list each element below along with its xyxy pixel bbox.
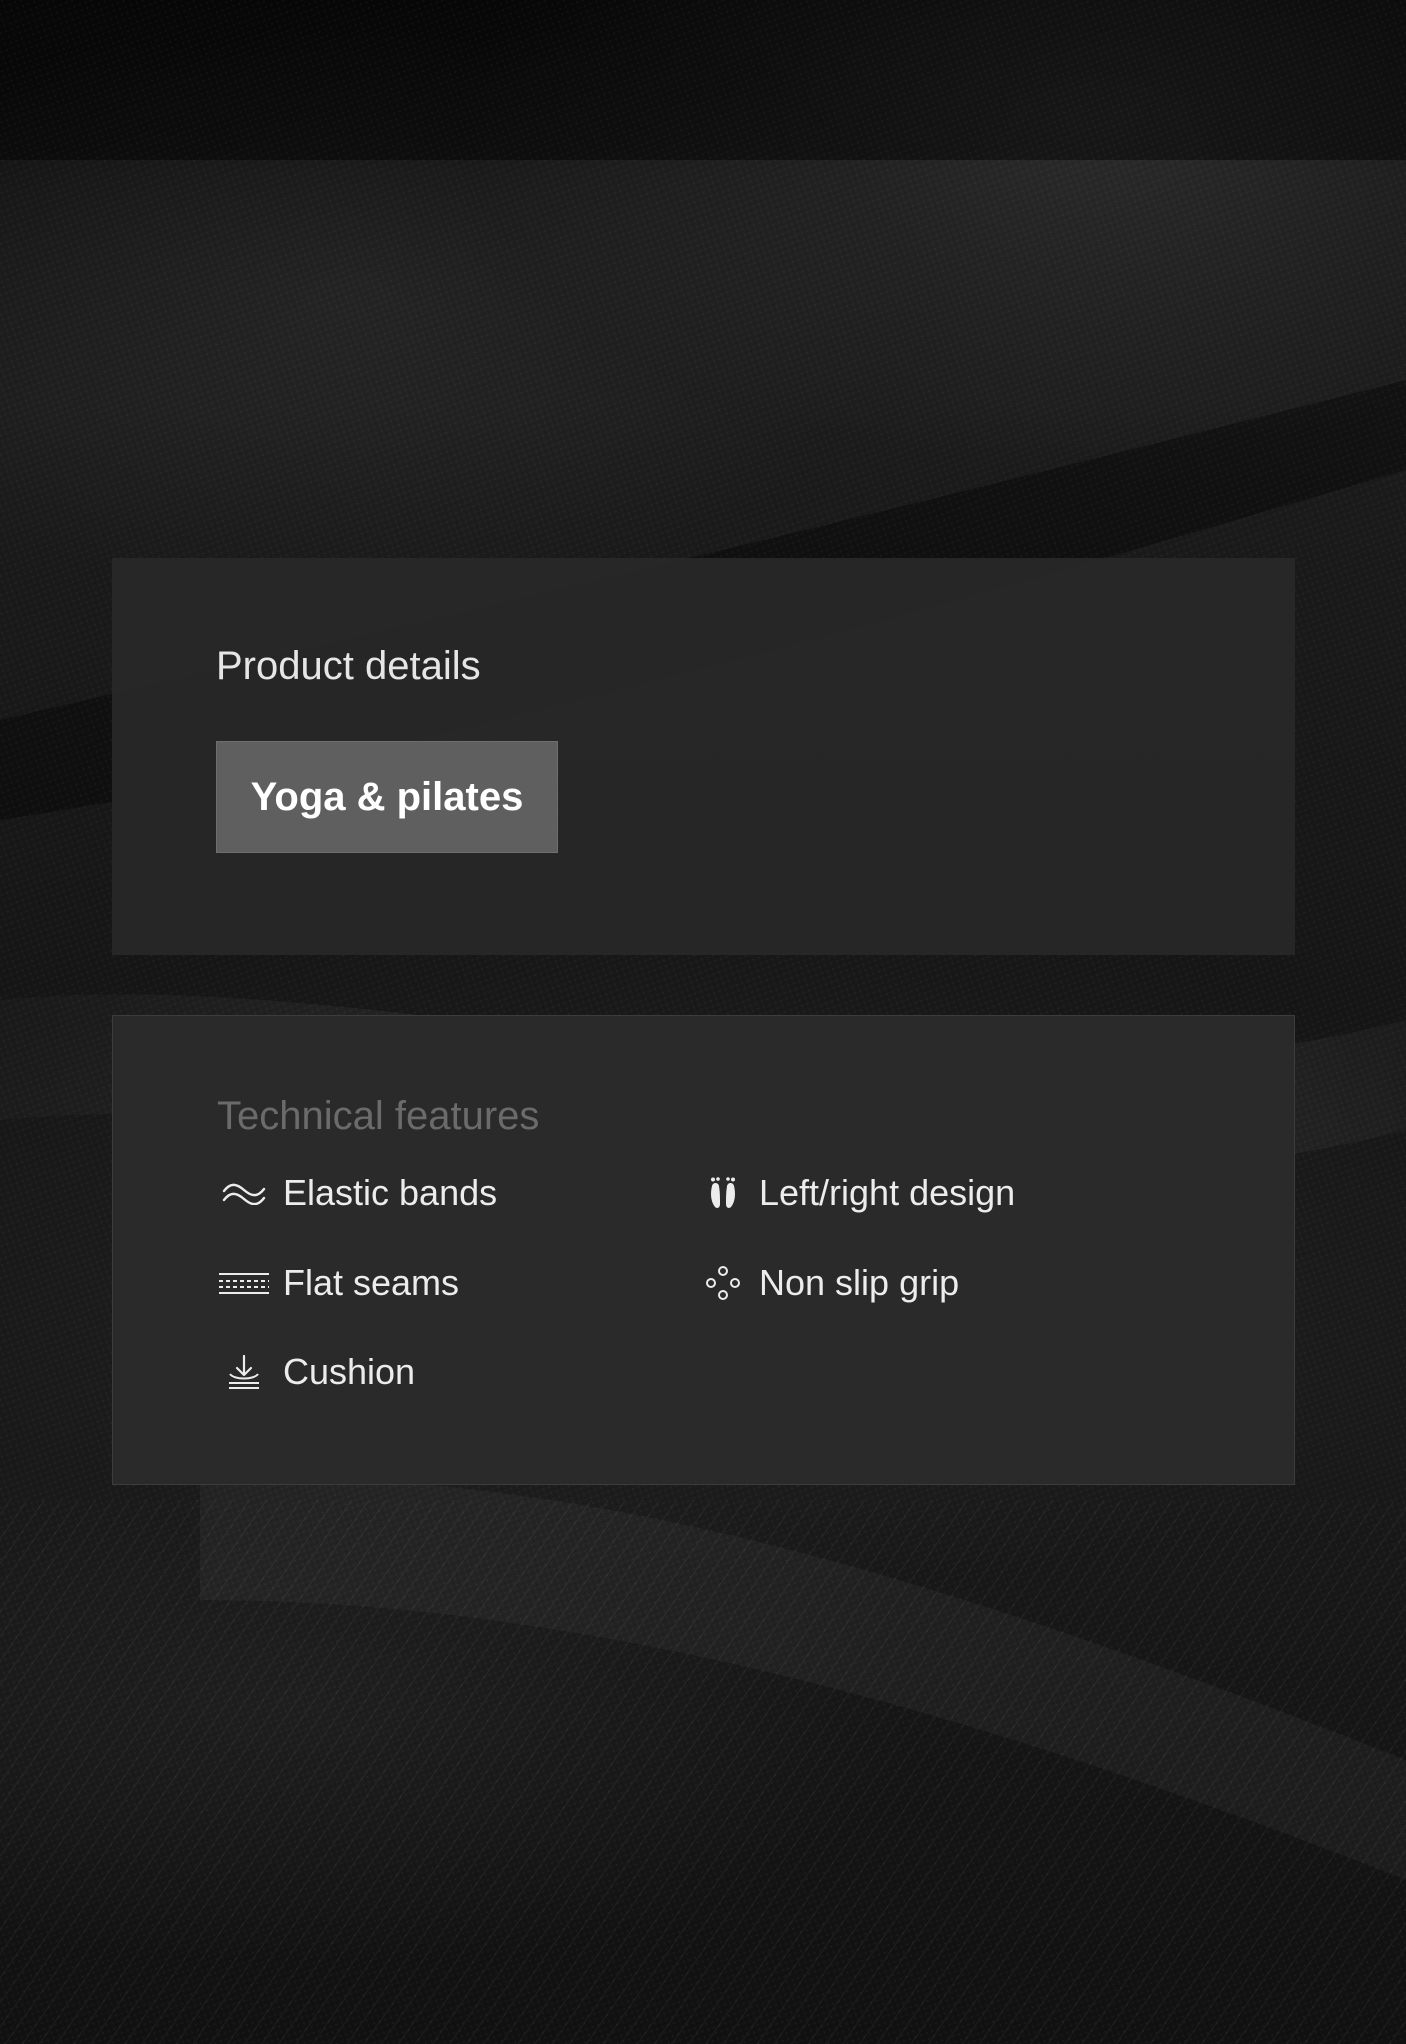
feature-label: Left/right design	[759, 1172, 1016, 1213]
feature-label: Non slip grip	[759, 1262, 960, 1303]
technical-features-panel: Technical features Elastic bands Flat se…	[112, 1015, 1295, 1485]
page: Product details Yoga & pilates Technical…	[0, 0, 1406, 2044]
feature-label: Flat seams	[283, 1262, 460, 1303]
feature-flat-seams: Flat seams	[217, 1258, 459, 1308]
product-details-title: Product details	[216, 644, 481, 688]
technical-features-title: Technical features	[217, 1094, 540, 1138]
grip-dots-icon	[703, 1263, 743, 1303]
feature-non-slip-grip: Non slip grip	[703, 1258, 959, 1308]
feature-label: Cushion	[283, 1351, 416, 1392]
product-details-panel: Product details Yoga & pilates	[112, 558, 1295, 955]
feature-elastic-bands: Elastic bands	[217, 1168, 497, 1218]
feature-left-right-design: Left/right design	[703, 1168, 1015, 1218]
seam-lines-icon	[217, 1263, 271, 1303]
yoga-pilates-tag-button[interactable]: Yoga & pilates	[216, 741, 558, 853]
waves-icon	[217, 1173, 271, 1213]
cushion-icon	[217, 1352, 271, 1392]
feature-cushion: Cushion	[217, 1347, 415, 1397]
feet-icon	[703, 1173, 743, 1213]
feature-label: Elastic bands	[283, 1172, 498, 1213]
